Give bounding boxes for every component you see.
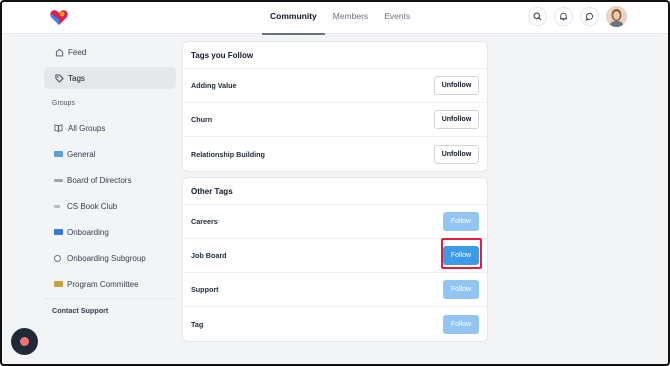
tag-name: Job Board xyxy=(191,251,227,260)
tag-row: Tag Follow xyxy=(183,307,487,341)
search-button[interactable] xyxy=(528,7,547,26)
tab-events[interactable]: Events xyxy=(376,0,418,34)
tag-name: Careers xyxy=(191,217,218,226)
sidebar-group-onboarding[interactable]: Onboarding xyxy=(44,219,176,245)
sidebar-group-board-of-directors[interactable]: Board of Directors xyxy=(44,167,176,193)
tag-icon xyxy=(54,73,64,83)
group-thumbnail xyxy=(54,254,61,262)
tag-name: Adding Value xyxy=(191,81,237,90)
follow-button[interactable]: Follow xyxy=(443,212,479,231)
group-thumbnail xyxy=(54,229,63,235)
tag-row: Churn Unfollow xyxy=(183,103,487,137)
book-icon xyxy=(54,123,64,133)
group-thumbnail xyxy=(54,281,63,287)
sidebar-item-all-groups[interactable]: All Groups xyxy=(44,115,176,141)
tab-community[interactable]: Community xyxy=(262,0,325,35)
other-tags-title: Other Tags xyxy=(183,178,487,205)
tab-members[interactable]: Members xyxy=(325,0,376,34)
tag-row: Support Follow xyxy=(183,273,487,307)
followed-tags-title: Tags you Follow xyxy=(183,42,487,69)
sidebar-group-cs-book-club[interactable]: CS Book Club xyxy=(44,193,176,219)
notifications-button[interactable] xyxy=(554,7,573,26)
bell-icon xyxy=(560,12,567,21)
sidebar: Feed Tags Groups All Groups General Boar… xyxy=(44,41,176,319)
user-avatar[interactable] xyxy=(606,6,627,27)
follow-button-job-board[interactable]: Follow xyxy=(443,246,479,265)
sidebar-item-label: Board of Directors xyxy=(67,175,132,185)
tag-name: Relationship Building xyxy=(191,149,265,159)
sidebar-item-label: Program Committee xyxy=(67,279,139,289)
home-icon xyxy=(54,47,64,57)
record-icon xyxy=(20,337,29,346)
sidebar-group-program-committee[interactable]: Program Committee xyxy=(44,271,176,297)
sidebar-item-label: Onboarding Subgroup xyxy=(67,253,146,263)
group-thumbnail xyxy=(54,151,63,157)
group-thumbnail xyxy=(54,178,63,182)
sidebar-item-label: General xyxy=(67,149,96,159)
sidebar-group-general[interactable]: General xyxy=(44,141,176,167)
contact-support-link[interactable]: Contact Support xyxy=(44,303,176,319)
search-icon xyxy=(533,12,542,21)
sidebar-item-label: Feed xyxy=(68,47,87,57)
tag-row: Adding Value Unfollow xyxy=(183,69,487,103)
unfollow-button[interactable]: Unfollow xyxy=(434,76,479,95)
other-tags-card: Other Tags Careers Follow Job Board Foll… xyxy=(182,177,488,342)
sidebar-item-label: All Groups xyxy=(68,123,106,133)
brand-logo-icon[interactable] xyxy=(50,9,68,26)
group-thumbnail xyxy=(54,204,60,208)
sidebar-item-label: Tags xyxy=(68,73,85,83)
tag-name: Support xyxy=(191,285,219,294)
sidebar-item-label: CS Book Club xyxy=(67,201,118,211)
sidebar-divider xyxy=(44,298,176,299)
sidebar-item-label: Onboarding xyxy=(67,227,109,237)
tag-row: Relationship Building Unfollow xyxy=(183,137,487,171)
sidebar-item-feed[interactable]: Feed xyxy=(44,41,176,63)
unfollow-button[interactable]: Unfollow xyxy=(434,110,479,129)
tag-row: Job Board Follow xyxy=(183,239,487,273)
follow-button[interactable]: Follow xyxy=(443,280,479,299)
tag-name: Churn xyxy=(191,115,213,124)
follow-button[interactable]: Follow xyxy=(443,314,479,334)
groups-heading: Groups xyxy=(52,100,75,107)
tag-name: Tag xyxy=(191,319,204,329)
followed-tags-card: Tags you Follow Adding Value Unfollow Ch… xyxy=(182,41,488,172)
unfollow-button[interactable]: Unfollow xyxy=(434,144,479,164)
tag-row: Careers Follow xyxy=(183,205,487,239)
messages-button[interactable] xyxy=(580,7,599,26)
floating-action-button[interactable] xyxy=(11,328,38,355)
main-nav: Community Members Events xyxy=(262,0,418,35)
sidebar-item-tags[interactable]: Tags xyxy=(44,67,176,89)
sidebar-group-onboarding-subgroup[interactable]: Onboarding Subgroup xyxy=(44,245,176,271)
chat-icon xyxy=(585,12,594,21)
top-header: Community Members Events xyxy=(0,0,670,35)
